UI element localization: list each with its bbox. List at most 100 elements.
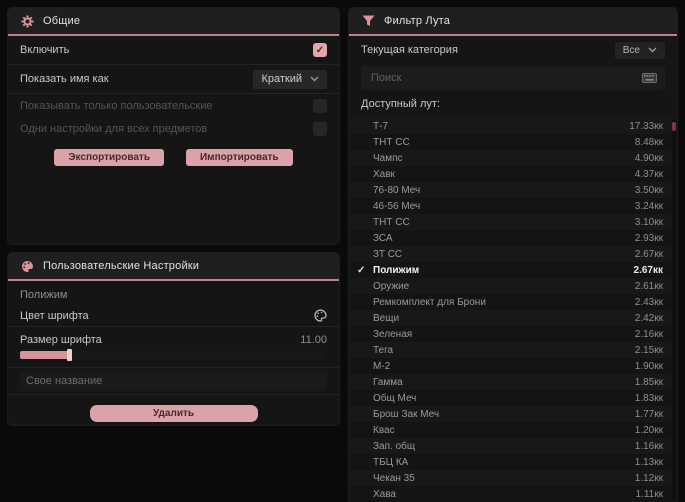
category-combo-value: Все <box>622 44 640 56</box>
loot-item-name: ТБЦ КА <box>373 456 409 468</box>
font-size-row: Размер шрифта 11.00 <box>8 330 339 349</box>
loot-item-name: Хавк <box>373 168 395 180</box>
loot-item-name: Общ Меч <box>373 392 417 404</box>
loot-item-value: 1.16кк <box>634 440 663 452</box>
loot-filter-title: Фильтр Лута <box>384 15 451 27</box>
loot-row[interactable]: ✓ Зап. общ 1.16кк <box>349 438 671 454</box>
custom-settings-title: Пользовательские Настройки <box>43 260 200 272</box>
category-label: Текущая категория <box>361 44 458 56</box>
general-panel: Общие Включить ✓ Показать имя как Кратки… <box>8 8 339 244</box>
same-for-all-label: Одни настройки для всех предметов <box>20 122 208 135</box>
custom-settings-header: Пользовательские Настройки <box>8 253 339 281</box>
loot-row[interactable]: ✓ ЗТ СС 2.67кк <box>349 246 671 262</box>
loot-item-name: ЗТ СС <box>373 248 403 260</box>
font-color-row: Цвет шрифта <box>8 305 339 327</box>
same-for-all-checkbox[interactable]: ✓ <box>313 121 327 136</box>
loot-row[interactable]: ✓ ЗСА 2.93кк <box>349 230 671 246</box>
only-custom-checkbox[interactable]: ✓ <box>313 98 327 113</box>
loot-row[interactable]: ✓ ТНТ СС 3.10кк <box>349 214 671 230</box>
funnel-icon <box>361 14 375 28</box>
loot-list: ✓ Т-7 17.33кк ✓ ТНТ СС 8.48кк ✓ Чампс 4.… <box>349 118 671 502</box>
loot-item-name: Т-7 <box>373 120 388 132</box>
loot-row[interactable]: ✓ 76-80 Меч 3.50кк <box>349 182 671 198</box>
same-for-all-row: Одни настройки для всех предметов ✓ <box>8 117 339 140</box>
loot-item-value: 1.13кк <box>634 456 663 468</box>
general-panel-title: Общие <box>43 15 81 27</box>
palette-icon <box>20 259 34 273</box>
loot-item-value: 1.11кк <box>635 488 663 500</box>
export-button[interactable]: Экспортировать <box>54 149 164 166</box>
loot-item-name: ЗСА <box>373 232 393 244</box>
loot-row[interactable]: ✓ Квас 1.20кк <box>349 422 671 438</box>
loot-item-name: Зеленая <box>373 328 413 340</box>
selected-item-name: Полижим <box>20 289 68 301</box>
loot-row[interactable]: ✓ Брош Зак Меч 1.77кк <box>349 406 671 422</box>
loot-row[interactable]: ✓ Тега 2.15кк <box>349 342 671 358</box>
loot-item-value: 1.90кк <box>634 360 663 372</box>
loot-item-name: ТНТ СС <box>373 136 410 148</box>
import-button[interactable]: Импортировать <box>185 149 293 166</box>
loot-row[interactable]: ✓ Т-7 17.33кк <box>349 118 671 134</box>
loot-row[interactable]: ✓ Гамма 1.85кк <box>349 374 671 390</box>
loot-row[interactable]: ✓ Хава 1.11кк <box>349 486 671 502</box>
loot-row[interactable]: ✓ 46-56 Меч 3.24кк <box>349 198 671 214</box>
loot-filter-panel: Фильтр Лута Текущая категория Все Поиск … <box>349 8 677 502</box>
loot-item-name: Хава <box>373 488 396 500</box>
chevron-down-icon <box>648 47 657 53</box>
loot-item-value: 3.10кк <box>634 216 663 228</box>
loot-item-value: 2.43кк <box>634 296 663 308</box>
loot-item-name: Брош Зак Меч <box>373 408 440 420</box>
font-size-slider[interactable] <box>20 349 323 361</box>
loot-item-name: 76-80 Меч <box>373 184 421 196</box>
loot-item-value: 3.24кк <box>634 200 663 212</box>
available-loot-label-row: Доступный лут: <box>349 94 677 114</box>
enable-checkbox[interactable]: ✓ <box>313 43 327 57</box>
show-name-label: Показать имя как <box>20 73 109 85</box>
loot-item-value: 4.90кк <box>634 152 663 164</box>
loot-filter-header: Фильтр Лута <box>349 8 677 36</box>
delete-button[interactable]: Удалить <box>89 405 258 422</box>
loot-row[interactable]: ✓ Полижим 2.67кк <box>349 262 671 278</box>
loot-item-name: Квас <box>373 424 395 436</box>
slider-handle[interactable] <box>67 349 72 361</box>
available-loot-label: Доступный лут: <box>361 98 441 110</box>
loot-item-value: 1.20кк <box>634 424 663 436</box>
loot-row[interactable]: ✓ ТНТ СС 8.48кк <box>349 134 671 150</box>
loot-row[interactable]: ✓ Ремкомплект для Брони 2.43кк <box>349 294 671 310</box>
loot-row[interactable]: ✓ ТБЦ КА 1.13кк <box>349 454 671 470</box>
loot-item-name: Тега <box>373 344 394 356</box>
loot-item-value: 1.85кк <box>634 376 663 388</box>
loot-item-value: 4.37кк <box>634 168 663 180</box>
loot-row[interactable]: ✓ Общ Меч 1.83кк <box>349 390 671 406</box>
loot-item-name: Зап. общ <box>373 440 416 452</box>
category-combo[interactable]: Все <box>614 41 665 59</box>
enable-label: Включить <box>20 44 70 56</box>
chevron-down-icon <box>310 76 319 82</box>
show-name-row: Показать имя как Краткий <box>8 65 339 94</box>
loot-row[interactable]: ✓ Чекан 35 1.12кк <box>349 470 671 486</box>
loot-item-name: М-2 <box>373 360 391 372</box>
loot-row[interactable]: ✓ Хавк 4.37кк <box>349 166 671 182</box>
loot-item-value: 1.83кк <box>634 392 663 404</box>
loot-row[interactable]: ✓ Вещи 2.42кк <box>349 310 671 326</box>
loot-row[interactable]: ✓ Зеленая 2.16кк <box>349 326 671 342</box>
font-size-slider-wrap <box>8 349 339 368</box>
custom-name-input[interactable] <box>20 371 327 391</box>
loot-item-name: ТНТ СС <box>373 216 410 228</box>
loot-item-value: 3.50кк <box>634 184 663 196</box>
gear-icon <box>20 14 34 28</box>
loot-row[interactable]: ✓ Оружие 2.61кк <box>349 278 671 294</box>
loot-row[interactable]: ✓ М-2 1.90кк <box>349 358 671 374</box>
check-icon: ✓ <box>357 264 366 276</box>
loot-row[interactable]: ✓ Чампс 4.90кк <box>349 150 671 166</box>
color-picker-icon[interactable] <box>314 309 327 322</box>
search-box <box>361 66 665 90</box>
loot-item-value: 2.42кк <box>634 312 663 324</box>
search-input[interactable] <box>369 71 636 85</box>
scrollbar-thumb[interactable] <box>672 122 676 131</box>
enable-row: Включить ✓ <box>8 36 339 65</box>
keyboard-icon[interactable] <box>642 73 657 83</box>
loot-item-value: 1.77кк <box>634 408 663 420</box>
loot-list-scrollbar[interactable] <box>672 120 676 500</box>
show-name-combo[interactable]: Краткий <box>253 69 327 89</box>
